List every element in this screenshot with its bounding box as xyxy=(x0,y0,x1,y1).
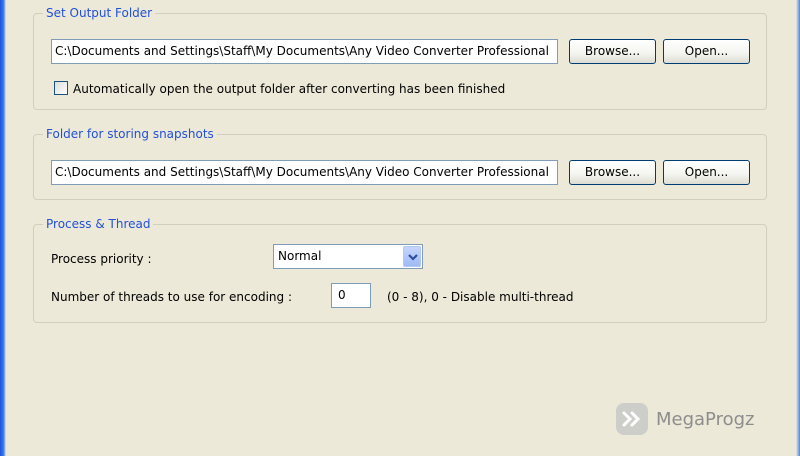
snapshots-browse-button[interactable]: Browse... xyxy=(569,160,656,185)
watermark-logo-icon xyxy=(616,403,648,435)
window-left-border xyxy=(0,0,6,456)
output-folder-path-field[interactable]: C:\Documents and Settings\Staff\My Docum… xyxy=(51,39,558,64)
output-folder-group: Set Output Folder C:\Documents and Setti… xyxy=(33,4,767,110)
output-browse-button[interactable]: Browse... xyxy=(569,39,656,64)
chevron-down-icon[interactable] xyxy=(403,246,421,267)
threads-hint: (0 - 8), 0 - Disable multi-thread xyxy=(387,290,574,304)
window-right-border xyxy=(796,0,800,456)
process-priority-label: Process priority : xyxy=(51,252,152,266)
process-priority-select[interactable]: Normal xyxy=(273,244,423,269)
process-thread-title: Process & Thread xyxy=(43,215,154,233)
snapshots-folder-path-field[interactable]: C:\Documents and Settings\Staff\My Docum… xyxy=(51,160,558,185)
watermark-text: MegaProgz xyxy=(656,408,755,430)
threads-label: Number of threads to use for encoding : xyxy=(51,290,292,304)
auto-open-label: Automatically open the output folder aft… xyxy=(73,82,506,96)
threads-input[interactable]: 0 xyxy=(331,283,371,308)
snapshots-folder-group: Folder for storing snapshots C:\Document… xyxy=(33,125,767,200)
snapshots-folder-title: Folder for storing snapshots xyxy=(43,125,217,143)
output-folder-title: Set Output Folder xyxy=(43,4,156,22)
snapshots-open-button[interactable]: Open... xyxy=(663,160,750,185)
watermark: MegaProgz xyxy=(616,399,776,439)
auto-open-checkbox[interactable] xyxy=(54,81,68,95)
process-priority-value: Normal xyxy=(278,249,322,263)
output-open-button[interactable]: Open... xyxy=(663,39,750,64)
process-thread-group: Process & Thread Process priority : Norm… xyxy=(33,215,767,323)
